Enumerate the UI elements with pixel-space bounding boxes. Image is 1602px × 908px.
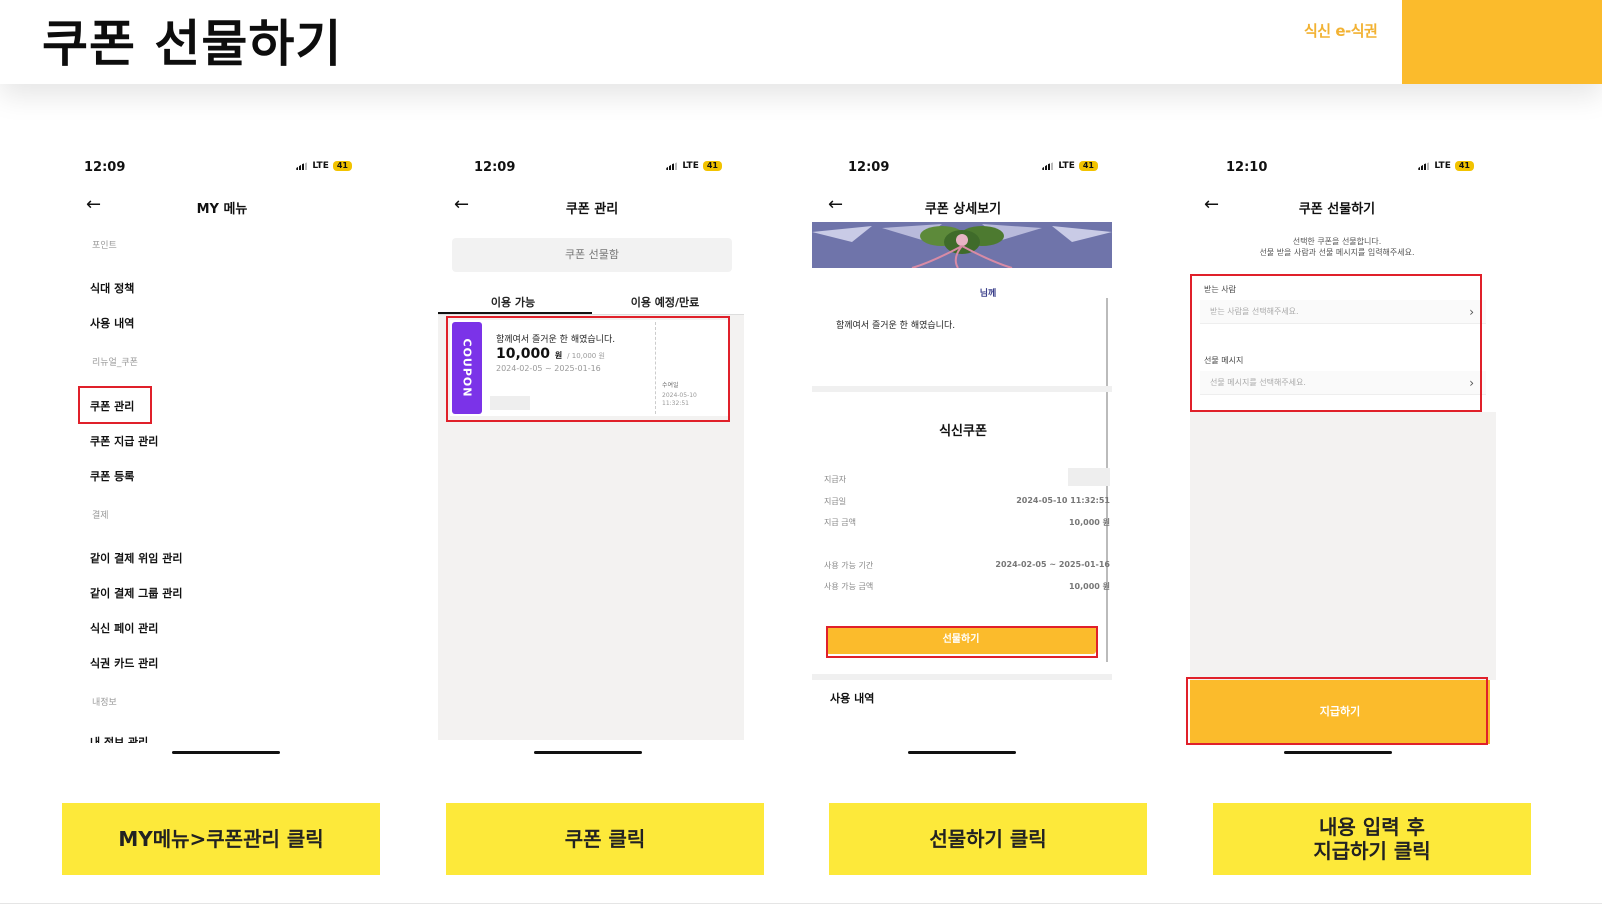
highlight-box: [826, 626, 1098, 658]
battery-icon: 41: [1078, 161, 1098, 171]
highlight-box: [446, 316, 730, 422]
status-time: 12:10: [1226, 160, 1268, 175]
corner-accent-block: [1402, 0, 1602, 84]
phone-screen-coupon-manage: 12:09 LTE 41 ← 쿠폰 관리 쿠폰 선물함 이용 가능 이용 예정/만…: [432, 150, 752, 760]
nav-title: 쿠폰 상세보기: [924, 202, 1002, 217]
issuer-label: 지급자: [824, 475, 847, 484]
network-label: LTE: [312, 161, 329, 171]
usable-amount-value: 10,000 원: [1068, 582, 1110, 591]
period-label: 사용 가능 기간: [824, 561, 874, 570]
signal-icon: [1042, 162, 1055, 170]
issue-amount-label: 지급 금액: [824, 518, 856, 527]
section-renewal-coupon: 리뉴얼_쿠폰: [92, 358, 138, 368]
home-indicator: [534, 751, 642, 754]
menu-item-meal-card[interactable]: 식권 카드 관리: [90, 655, 158, 671]
home-indicator: [172, 751, 280, 754]
recipient-label: 님께: [979, 289, 997, 299]
status-bar: 12:09 LTE 41: [62, 160, 382, 180]
nav-title: MY 메뉴: [196, 202, 248, 217]
issue-amount-value: 10,000 원: [1068, 518, 1110, 527]
section-point: 포인트: [92, 241, 117, 251]
navbar: ← 쿠폰 관리: [432, 194, 752, 218]
flower-ribbon-illustration: [812, 222, 1112, 268]
header: 쿠폰 선물하기 식신 e-식권: [0, 0, 1602, 84]
network-label: LTE: [1434, 161, 1451, 171]
empty-area: [1190, 412, 1496, 680]
menu-item-sikshin-pay[interactable]: 식신 페이 관리: [90, 620, 158, 636]
navbar: ← 쿠폰 선물하기: [1184, 194, 1504, 218]
signal-icon: [1418, 162, 1431, 170]
phone-screen-coupon-gift: 12:10 LTE 41 ← 쿠폰 선물하기 선택한 쿠폰을 선물합니다. 선물 …: [1184, 150, 1504, 760]
section-payment: 결제: [92, 511, 109, 521]
tab-active-underline: [438, 312, 592, 314]
section-separator: [812, 674, 1112, 680]
menu-item-coupon-register[interactable]: 쿠폰 등록: [90, 468, 134, 484]
menu-item-usage-history[interactable]: 사용 내역: [90, 315, 134, 331]
signal-icon: [296, 162, 309, 170]
status-time: 12:09: [848, 160, 890, 175]
coupon-gift-box-button[interactable]: 쿠폰 선물함: [452, 238, 732, 272]
home-indicator: [1284, 751, 1392, 754]
menu-item-coupon-manage[interactable]: 쿠폰 관리: [90, 398, 134, 414]
battery-icon: 41: [1454, 161, 1474, 171]
navbar: ← 쿠폰 상세보기: [808, 194, 1128, 218]
brand-logo: 식신 e-식권: [1304, 22, 1378, 40]
gift-message: 함께여서 즐거운 한 해였습니다.: [836, 321, 956, 331]
bottom-divider: [0, 903, 1602, 904]
status-bar: 12:09 LTE 41: [432, 160, 752, 180]
nav-title: 쿠폰 선물하기: [1298, 202, 1376, 217]
caption-step-4: 내용 입력 후 지급하기 클릭: [1213, 803, 1531, 875]
intro-text: 선택한 쿠폰을 선물합니다. 선물 받을 사람과 선물 메시지를 입력해주세요.: [1184, 236, 1490, 258]
caption-step-4-line-1: 내용 입력 후: [1319, 815, 1425, 839]
section-myinfo: 내정보: [92, 698, 117, 708]
usable-amount-label: 사용 가능 금액: [824, 582, 874, 591]
menu-item-joint-group[interactable]: 같이 결제 그룹 관리: [90, 585, 182, 601]
status-time: 12:09: [474, 160, 516, 175]
navbar: ← MY 메뉴: [62, 194, 382, 218]
issue-date-label: 지급일: [824, 497, 847, 506]
menu-item-meal-policy[interactable]: 식대 정책: [90, 280, 134, 296]
nav-title: 쿠폰 관리: [565, 202, 619, 217]
page-title: 쿠폰 선물하기: [42, 15, 343, 73]
network-label: LTE: [1058, 161, 1075, 171]
network-label: LTE: [682, 161, 699, 171]
section-separator: [812, 386, 1112, 392]
caption-step-1: MY메뉴>쿠폰관리 클릭: [62, 803, 380, 875]
highlight-box: [1190, 274, 1482, 412]
tab-available[interactable]: 이용 가능: [438, 294, 588, 310]
caption-step-2: 쿠폰 클릭: [446, 803, 764, 875]
caption-step-4-line-2: 지급하기 클릭: [1313, 839, 1431, 863]
issuer-placeholder-block: [1068, 468, 1110, 486]
signal-icon: [666, 162, 679, 170]
phone-screen-coupon-detail: 12:09 LTE 41 ← 쿠폰 상세보기 님께 함께여서 즐거운 한 해였습니…: [808, 150, 1128, 760]
phone-screen-my-menu: 12:09 LTE 41 ← MY 메뉴 포인트 식대 정책 사용 내역 리뉴얼_…: [62, 150, 382, 760]
menu-item-my-info[interactable]: 내 정보 관리: [90, 734, 148, 743]
status-time: 12:09: [84, 160, 126, 175]
status-bar: 12:09 LTE 41: [808, 160, 1128, 180]
usage-history-title: 사용 내역: [830, 692, 875, 705]
coupon-title: 식신쿠폰: [939, 424, 987, 439]
period-value: 2024-02-05 ~ 2025-01-16: [995, 560, 1110, 569]
battery-icon: 41: [702, 161, 722, 171]
tab-upcoming-expired[interactable]: 이용 예정/만료: [590, 294, 740, 310]
caption-step-3: 선물하기 클릭: [829, 803, 1147, 875]
highlight-box: [1186, 677, 1488, 745]
status-bar: 12:10 LTE 41: [1184, 160, 1504, 180]
intro-line-2: 선물 받을 사람과 선물 메시지를 입력해주세요.: [1259, 248, 1415, 257]
intro-line-1: 선택한 쿠폰을 선물합니다.: [1292, 237, 1382, 246]
menu-item-joint-delegate[interactable]: 같이 결제 위임 관리: [90, 550, 182, 566]
menu-item-coupon-issue-manage[interactable]: 쿠폰 지급 관리: [90, 433, 158, 449]
issue-date-value: 2024-05-10 11:32:51: [1016, 496, 1110, 505]
battery-icon: 41: [332, 161, 352, 171]
gift-banner-image: [812, 222, 1112, 268]
home-indicator: [908, 751, 1016, 754]
